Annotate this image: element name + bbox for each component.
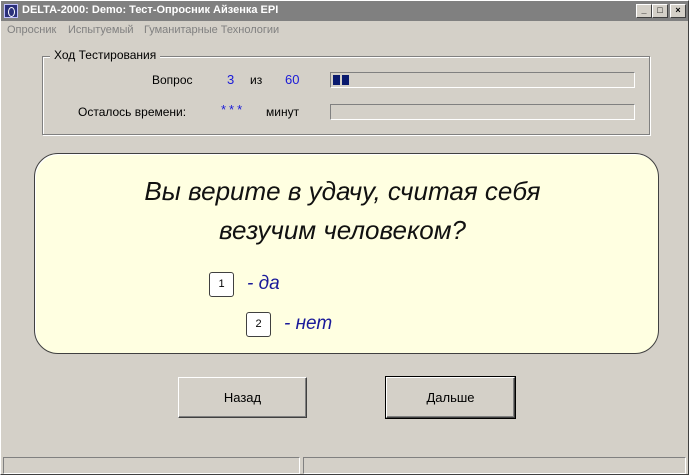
time-unit-label: минут — [266, 105, 300, 119]
close-button[interactable]: × — [670, 4, 686, 18]
question-panel: Вы верите в удачу, считая себя везучим ч… — [34, 153, 659, 354]
app-icon[interactable] — [4, 4, 18, 18]
question-text-line-2: везучим человеком? — [218, 215, 466, 245]
title-bar[interactable]: DELTA-2000: Demo: Тест-Опросник Айзенка … — [1, 1, 688, 21]
time-remaining-label: Осталось времени: — [78, 105, 187, 119]
time-progress-bar — [330, 104, 635, 120]
menu-item-gumanitarnye[interactable]: Гуманитарные Технологии — [144, 24, 279, 36]
current-question-number: 3 — [227, 72, 235, 87]
answer-key-no[interactable]: 2 — [246, 312, 271, 337]
status-bar — [3, 457, 688, 475]
test-progress-group — [42, 56, 650, 135]
answer-text-no[interactable]: - нет — [284, 313, 332, 335]
question-number-label: Вопрос — [152, 73, 193, 87]
menu-item-ispytuemy[interactable]: Испытуемый — [68, 24, 134, 36]
status-panel-left — [3, 457, 300, 474]
question-text: Вы верите в удачу, считая себя везучим ч… — [35, 172, 650, 250]
total-questions-number: 60 — [285, 72, 300, 87]
menu-item-oprosnik[interactable]: Опросник — [7, 24, 56, 36]
app-window: DELTA-2000: Demo: Тест-Опросник Айзенка … — [0, 0, 689, 475]
answer-key-yes[interactable]: 1 — [209, 272, 234, 297]
maximize-button[interactable]: □ — [652, 4, 668, 18]
test-progress-legend: Ход Тестирования — [50, 48, 161, 62]
question-progress-fill — [333, 75, 349, 85]
of-label: из — [250, 73, 263, 87]
time-remaining-value: *** — [221, 102, 246, 117]
minimize-button[interactable]: _ — [636, 4, 652, 18]
back-button[interactable]: Назад — [178, 377, 307, 418]
window-title: DELTA-2000: Demo: Тест-Опросник Айзенка … — [22, 4, 279, 16]
next-button[interactable]: Дальше — [385, 376, 516, 419]
status-panel-right — [303, 457, 686, 474]
answer-text-yes[interactable]: - да — [247, 273, 280, 295]
question-progress-bar — [330, 72, 635, 88]
question-text-line-1: Вы верите в удачу, считая себя — [144, 176, 541, 206]
menu-bar: Опросник Испытуемый Гуманитарные Техноло… — [1, 21, 688, 39]
